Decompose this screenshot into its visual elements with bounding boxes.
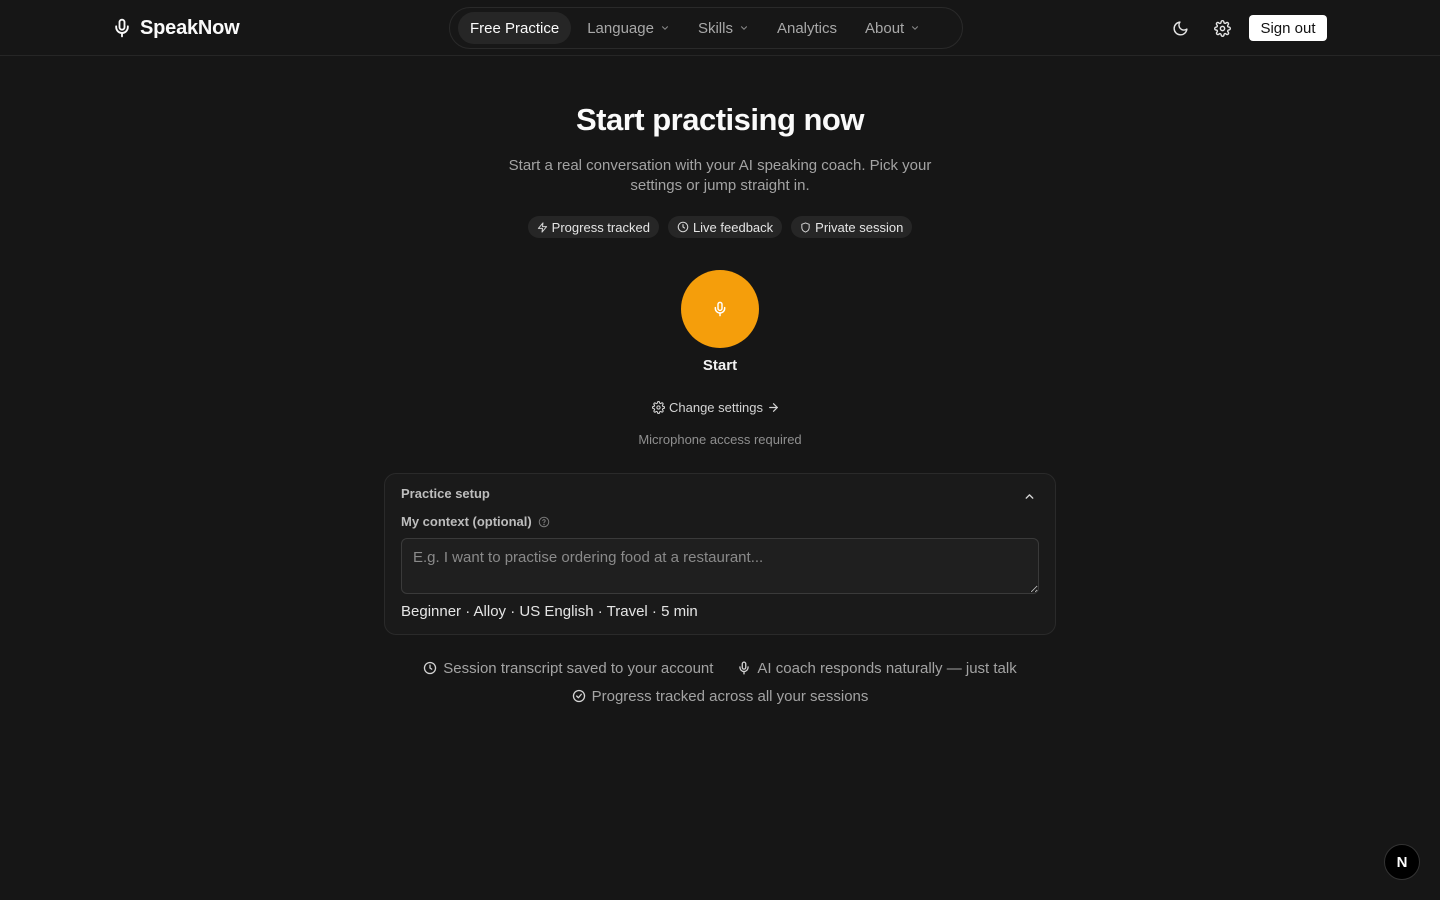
collapse-setup-button[interactable] (1019, 486, 1039, 506)
feature-chips: Progress tracked Live feedback Private s… (0, 216, 1440, 238)
nav-label: Skills (697, 19, 733, 37)
page-title: Start practising now (576, 102, 864, 137)
microphone-note: Microphone access required (638, 432, 802, 447)
page-subtitle: Start a real conversation with your AI s… (508, 157, 932, 194)
start-label: Start (702, 357, 738, 374)
clock-icon (677, 221, 689, 233)
setup-title: Practice setup (401, 486, 490, 501)
feature-item: AI coach responds naturally — just talk (737, 658, 1017, 678)
context-label: My context (optional) (401, 514, 532, 529)
nav-analytics[interactable]: Analytics (765, 12, 849, 44)
feature-row: Session transcript saved to your account… (423, 658, 1017, 678)
chevron-down-icon (910, 23, 920, 33)
microphone-icon (712, 301, 728, 317)
change-settings-link[interactable]: Change settings (652, 397, 780, 417)
moon-icon (1172, 20, 1189, 37)
shield-icon (800, 221, 811, 233)
feature-text: AI coach responds naturally — just talk (757, 659, 1017, 677)
theme-toggle-button[interactable] (1166, 14, 1194, 42)
brand-logo-link[interactable]: SpeakNow (112, 14, 240, 42)
arrow-right-icon (767, 401, 780, 414)
context-input[interactable] (401, 538, 1039, 594)
lightning-icon (537, 221, 548, 233)
nav-label: About (865, 19, 905, 37)
check-circle-icon (572, 689, 586, 703)
nav-language[interactable]: Language (575, 12, 682, 44)
practice-setup-card: Practice setup My context (optional) Beg… (384, 473, 1056, 635)
chip-progress-tracked: Progress tracked (527, 216, 659, 238)
chip-private-session: Private session (791, 216, 913, 238)
nav-free-practice[interactable]: Free Practice (458, 12, 572, 44)
top-navigation-bar: SpeakNow Free Practice Language Skills A… (0, 0, 1440, 56)
settings-button[interactable] (1208, 14, 1236, 42)
feature-row: Progress tracked across all your session… (572, 686, 869, 706)
chip-label: Progress tracked (551, 219, 650, 235)
context-label-row: My context (optional) (401, 514, 550, 529)
feature-text: Session transcript saved to your account (443, 659, 714, 677)
nav-label: Language (587, 19, 654, 37)
feature-text: Progress tracked across all your session… (591, 687, 869, 705)
brand-name: SpeakNow (140, 16, 240, 39)
feature-list: Session transcript saved to your account… (0, 658, 1440, 706)
chevron-down-icon (660, 23, 670, 33)
floating-n-badge[interactable]: N (1384, 844, 1420, 880)
nav-label: Analytics (776, 19, 837, 37)
main-nav: Free Practice Language Skills Analytics … (449, 7, 963, 49)
gear-icon (1213, 19, 1231, 37)
clock-icon (423, 661, 437, 675)
nav-about[interactable]: About (853, 12, 932, 44)
sign-out-button[interactable]: Sign out (1249, 15, 1327, 41)
microphone-icon (737, 661, 751, 675)
chip-live-feedback: Live feedback (667, 216, 783, 238)
feature-item: Progress tracked across all your session… (572, 686, 869, 706)
settings-summary: Beginner · Alloy · US English · Travel ·… (401, 603, 698, 620)
chip-label: Live feedback (692, 219, 774, 235)
nav-label: Free Practice (470, 19, 560, 37)
help-circle-icon[interactable] (538, 516, 550, 528)
start-microphone-button[interactable] (681, 270, 759, 348)
feature-item: Session transcript saved to your account (423, 658, 713, 678)
change-settings-label: Change settings (669, 399, 763, 415)
nav-skills[interactable]: Skills (686, 12, 761, 44)
chip-label: Private session (815, 219, 904, 235)
chevron-down-icon (739, 23, 749, 33)
gear-icon (652, 400, 665, 414)
microphone-icon (112, 18, 132, 38)
chevron-up-icon (1023, 490, 1036, 503)
